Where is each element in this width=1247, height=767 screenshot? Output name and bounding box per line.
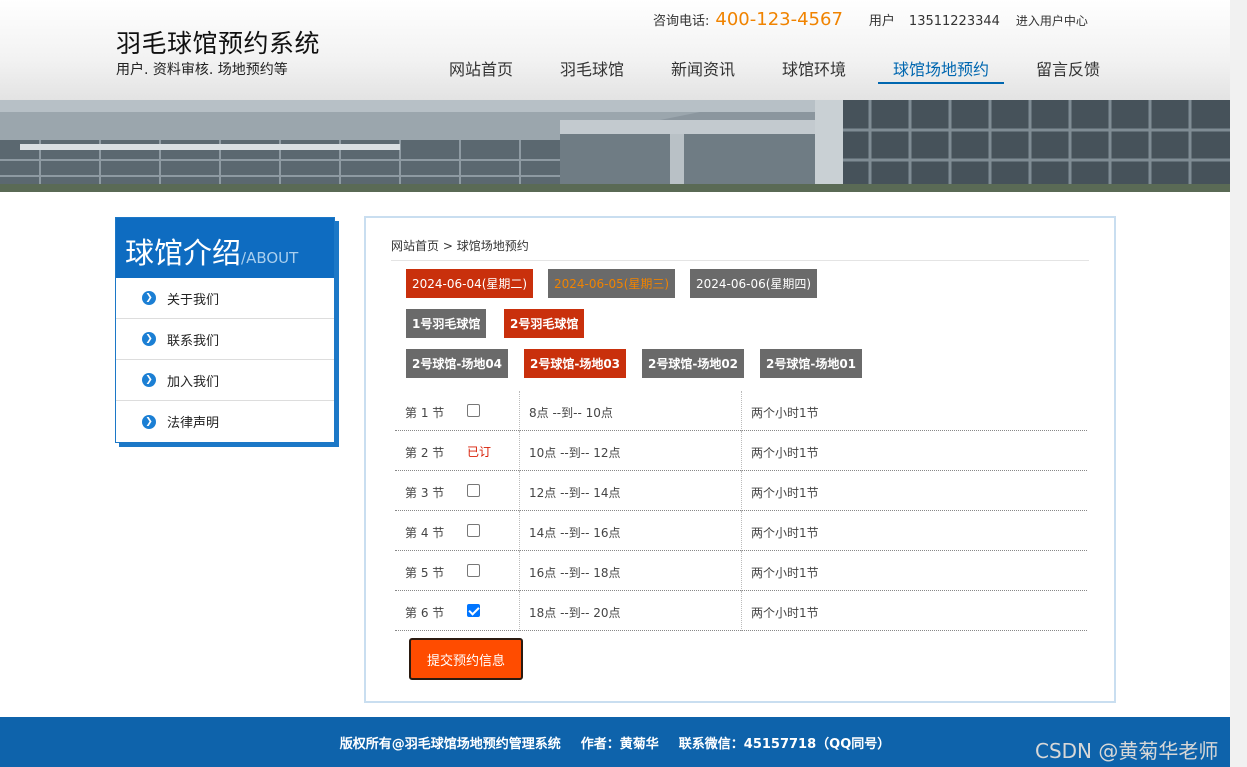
venue-button-2[interactable]: 2号羽毛球馆 xyxy=(504,309,585,338)
divider xyxy=(391,260,1089,261)
slot-note: 两个小时1节 xyxy=(751,606,819,620)
arrow-circle-icon: ❯ xyxy=(142,414,156,429)
sidebar-item-label: 联系我们 xyxy=(167,333,220,349)
page-scrollbar[interactable] xyxy=(1230,0,1247,767)
slot-checkbox[interactable] xyxy=(467,483,480,499)
slot-period: 第 4 节 xyxy=(405,526,445,540)
nav-home[interactable]: 网站首页 xyxy=(449,56,513,80)
contact-phone: 400-123-4567 xyxy=(715,9,843,30)
time-slot-table: 第 1 节 8点 --到-- 10点 两个小时1节 第 2 节 已订 10点 -… xyxy=(395,391,1087,631)
header: 羽毛球馆预约系统 用户. 资料审核. 场地预约等 咨询电话: 400-123-45… xyxy=(0,0,1230,100)
slot-period: 第 2 节 xyxy=(405,446,445,460)
date-button-0606[interactable]: 2024-06-06(星期四) xyxy=(690,269,818,298)
breadcrumb-home[interactable]: 网站首页 xyxy=(391,239,439,253)
slot-booked-status: 已订 xyxy=(467,445,492,459)
slot-note: 两个小时1节 xyxy=(751,526,819,540)
table-row: 第 4 节 14点 --到-- 16点 两个小时1节 xyxy=(395,511,1087,551)
court-button-04[interactable]: 2号球馆-场地04 xyxy=(406,349,509,378)
slot-checkbox[interactable] xyxy=(467,563,480,579)
sidebar-title-en: /ABOUT xyxy=(241,249,299,267)
user-label: 用户 xyxy=(868,14,895,29)
banner-image xyxy=(0,100,1230,192)
slot-period: 第 6 节 xyxy=(405,606,445,620)
slot-note: 两个小时1节 xyxy=(751,486,819,500)
slot-checkbox-checked[interactable] xyxy=(467,603,480,619)
court-button-02[interactable]: 2号球馆-场地02 xyxy=(642,349,745,378)
nav-news[interactable]: 新闻资讯 xyxy=(671,56,735,80)
site-subtitle: 用户. 资料审核. 场地预约等 xyxy=(116,62,288,78)
slot-time: 16点 --到-- 18点 xyxy=(529,566,621,580)
breadcrumb: 网站首页 > 球馆场地预约 xyxy=(391,237,529,254)
slot-period: 第 3 节 xyxy=(405,486,445,500)
slot-time: 12点 --到-- 14点 xyxy=(529,486,621,500)
table-row: 第 5 节 16点 --到-- 18点 两个小时1节 xyxy=(395,551,1087,591)
venue-button-1[interactable]: 1号羽毛球馆 xyxy=(406,309,487,338)
site-title: 羽毛球馆预约系统 xyxy=(116,29,321,58)
court-button-01[interactable]: 2号球馆-场地01 xyxy=(760,349,863,378)
slot-time: 8点 --到-- 10点 xyxy=(529,406,613,420)
slot-period: 第 1 节 xyxy=(405,406,445,420)
footer-copyright: 版权所有@羽毛球馆场地预约管理系统 xyxy=(339,736,561,752)
user-phone: 13511223344 xyxy=(908,14,1000,29)
breadcrumb-separator: > xyxy=(442,239,453,253)
date-button-0604[interactable]: 2024-06-04(星期二) xyxy=(406,269,534,298)
slot-note: 两个小时1节 xyxy=(751,566,819,580)
nav-court-booking[interactable]: 球馆场地预约 xyxy=(893,56,989,80)
booking-panel: 网站首页 > 球馆场地预约 2024-06-04(星期二) 2024-06-05… xyxy=(364,216,1116,703)
sidebar-item-label: 加入我们 xyxy=(167,374,220,390)
sidebar-item-legal[interactable]: ❯ 法律声明 xyxy=(116,401,334,442)
table-row: 第 2 节 已订 10点 --到-- 12点 两个小时1节 xyxy=(395,431,1087,471)
date-button-0605[interactable]: 2024-06-05(星期三) xyxy=(548,269,676,298)
slot-period: 第 5 节 xyxy=(405,566,445,580)
sidebar-item-label: 法律声明 xyxy=(167,416,220,431)
sidebar-title: 球馆介绍 xyxy=(125,236,242,270)
sidebar-item-join[interactable]: ❯ 加入我们 xyxy=(116,360,334,401)
submit-booking-button[interactable]: 提交预约信息 xyxy=(409,638,523,680)
user-center-link[interactable]: 进入用户中心 xyxy=(1016,14,1088,28)
table-row: 第 6 节 18点 --到-- 20点 两个小时1节 xyxy=(395,591,1087,631)
nav-environment[interactable]: 球馆环境 xyxy=(782,56,846,80)
sidebar-item-label: 关于我们 xyxy=(167,292,220,308)
slot-time: 18点 --到-- 20点 xyxy=(529,606,621,620)
slot-time: 10点 --到-- 12点 xyxy=(529,446,621,460)
sidebar-header: 球馆介绍/ABOUT xyxy=(116,218,334,278)
breadcrumb-current[interactable]: 球馆场地预约 xyxy=(457,239,529,253)
nav-feedback[interactable]: 留言反馈 xyxy=(1036,56,1100,80)
slot-checkbox[interactable] xyxy=(467,403,480,419)
footer-author: 作者：黄菊华 xyxy=(580,736,659,752)
sidebar: 球馆介绍/ABOUT ❯ 关于我们 ❯ 联系我们 ❯ 加入我们 ❯ 法律声明 xyxy=(115,217,335,443)
slot-checkbox[interactable] xyxy=(467,523,480,539)
table-row: 第 1 节 8点 --到-- 10点 两个小时1节 xyxy=(395,391,1087,431)
nav-active-indicator xyxy=(878,82,1004,84)
watermark: CSDN @黄菊华老师 xyxy=(1035,739,1219,763)
slot-note: 两个小时1节 xyxy=(751,446,819,460)
footer-wechat: 联系微信：45157718（QQ同号） xyxy=(678,736,891,752)
table-row: 第 3 节 12点 --到-- 14点 两个小时1节 xyxy=(395,471,1087,511)
contact-bar: 咨询电话: 400-123-4567 用户 13511223344 进入用户中心 xyxy=(653,9,1088,30)
arrow-circle-icon: ❯ xyxy=(142,291,156,305)
arrow-circle-icon: ❯ xyxy=(142,332,156,346)
slot-note: 两个小时1节 xyxy=(751,406,819,420)
court-button-03[interactable]: 2号球馆-场地03 xyxy=(524,349,627,378)
contact-label: 咨询电话: xyxy=(653,14,710,29)
sidebar-item-contact[interactable]: ❯ 联系我们 xyxy=(116,319,334,360)
nav-badminton-hall[interactable]: 羽毛球馆 xyxy=(560,56,624,80)
arrow-circle-icon: ❯ xyxy=(142,373,156,387)
slot-time: 14点 --到-- 16点 xyxy=(529,526,621,540)
sidebar-item-about[interactable]: ❯ 关于我们 xyxy=(116,278,334,319)
